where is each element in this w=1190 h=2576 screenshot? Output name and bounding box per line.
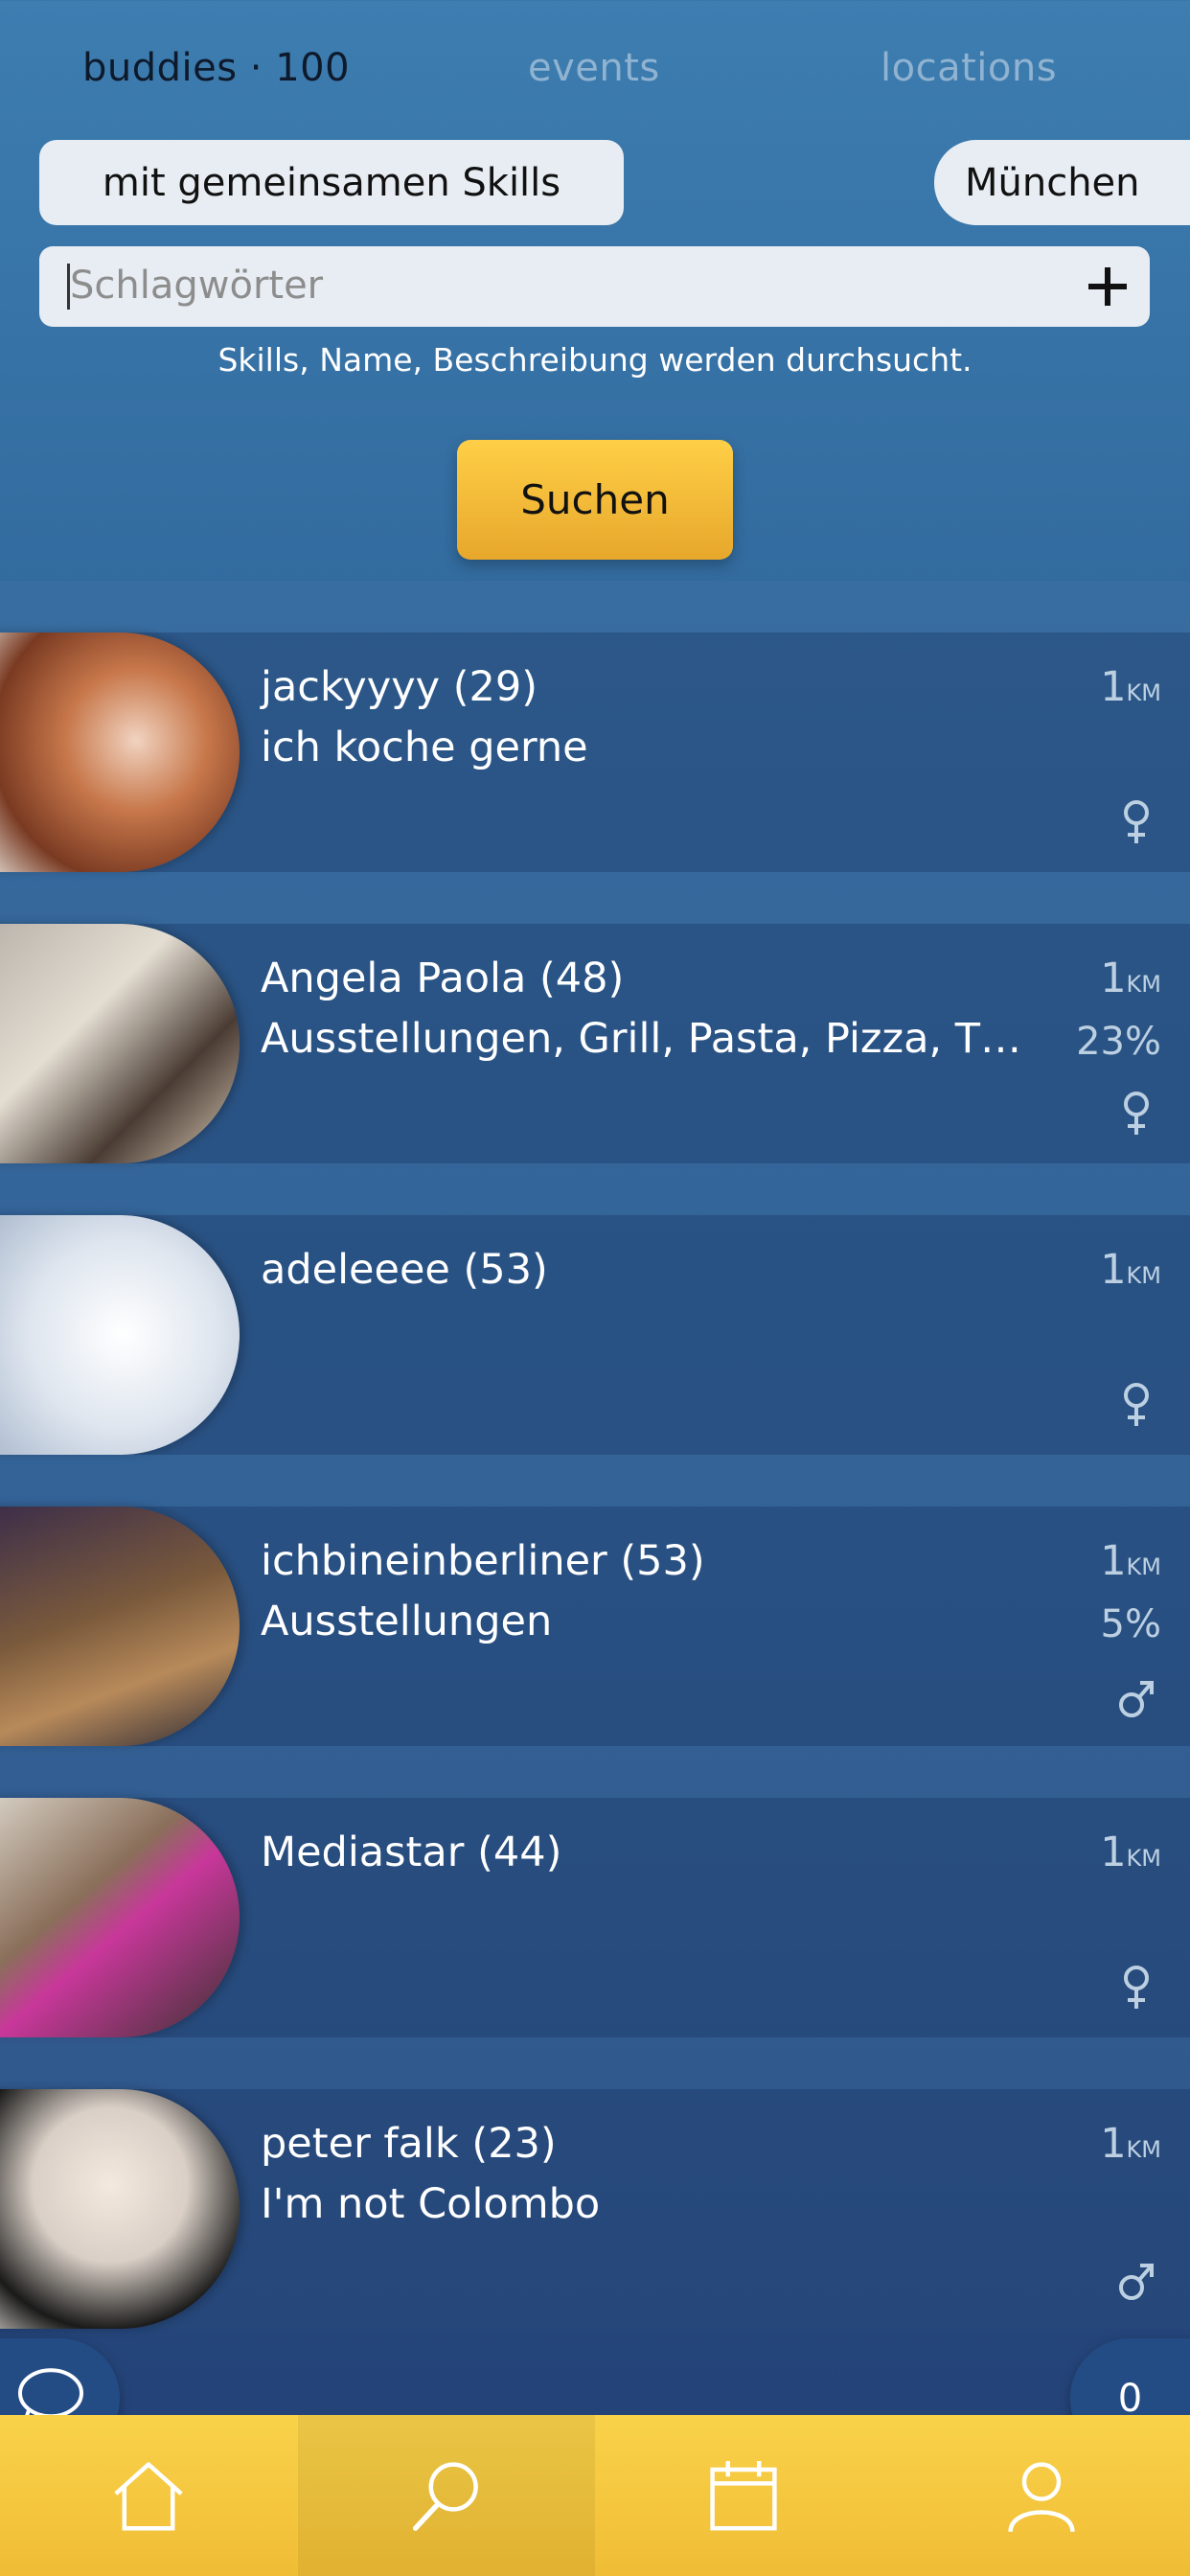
- avatar[interactable]: [0, 1506, 240, 1746]
- skills-filter-button[interactable]: mit gemeinsamen Skills: [39, 140, 624, 225]
- avatar[interactable]: [0, 2089, 240, 2329]
- female-icon: [1124, 1383, 1149, 1426]
- buddy-distance: 1KM: [1100, 663, 1161, 711]
- avatar[interactable]: [0, 1798, 240, 2037]
- row-separator: [0, 581, 1190, 632]
- distance-value: 1: [1100, 663, 1127, 711]
- buddy-description: Ausstellungen, Grill, Pasta, Pizza, Th..…: [261, 1015, 1027, 1063]
- row-separator: [0, 872, 1190, 924]
- buddy-distance: 1KM: [1100, 2120, 1161, 2168]
- distance-unit: KM: [1126, 2136, 1161, 2163]
- buddy-name: ichbineinberliner (53): [261, 1537, 705, 1585]
- buddy-row[interactable]: Mediastar (44) 1KM: [0, 1798, 1190, 2037]
- buddy-row[interactable]: jackyyyy (29) ich koche gerne 1KM: [0, 632, 1190, 872]
- distance-unit: KM: [1126, 679, 1161, 706]
- bottom-navigation: [0, 2415, 1190, 2576]
- calendar-icon: [710, 2461, 777, 2531]
- buddy-distance: 1KM: [1100, 1246, 1161, 1294]
- buddy-row[interactable]: ichbineinberliner (53) Ausstellungen 1KM 5%: [0, 1506, 1190, 1746]
- female-icon: [1124, 800, 1149, 843]
- buddy-name: peter falk (23): [261, 2120, 557, 2168]
- notification-count: 0: [1117, 2376, 1143, 2421]
- add-keyword-icon[interactable]: [1081, 260, 1134, 313]
- buddy-row[interactable]: adeleeee (53) 1KM: [0, 1215, 1190, 1455]
- distance-value: 1: [1100, 1246, 1127, 1294]
- row-separator: [0, 1455, 1190, 1506]
- row-separator: [0, 1163, 1190, 1215]
- buddy-description: I'm not Colombo: [261, 2180, 601, 2228]
- buddy-row[interactable]: Angela Paola (48) Ausstellungen, Grill, P…: [0, 924, 1190, 1163]
- buddy-description: ich koche gerne: [261, 724, 588, 771]
- nav-calendar[interactable]: [595, 2415, 893, 2576]
- tab-events[interactable]: events: [528, 46, 660, 90]
- distance-unit: KM: [1126, 1845, 1161, 1872]
- female-icon: [1124, 1966, 1149, 2009]
- keyword-search-input[interactable]: Schlagwörter: [39, 246, 1150, 327]
- buddy-name: jackyyyy (29): [261, 663, 538, 711]
- row-separator: [0, 2037, 1190, 2089]
- buddy-distance: 1KM: [1100, 1537, 1161, 1585]
- buddy-name: adeleeee (53): [261, 1246, 548, 1294]
- distance-value: 1: [1100, 954, 1127, 1002]
- match-percentage: 23%: [1076, 1020, 1161, 1064]
- search-placeholder: Schlagwörter: [70, 264, 324, 308]
- nav-profile[interactable]: [893, 2415, 1190, 2576]
- buddy-distance: 1KM: [1100, 954, 1161, 1002]
- distance-unit: KM: [1126, 971, 1161, 998]
- search-button[interactable]: Suchen: [457, 440, 733, 560]
- buddy-description: Ausstellungen: [261, 1598, 553, 1645]
- distance-unit: KM: [1126, 1262, 1161, 1289]
- profile-icon: [1008, 2462, 1075, 2533]
- distance-value: 1: [1100, 2120, 1127, 2168]
- distance-value: 1: [1100, 1828, 1127, 1876]
- tab-buddies[interactable]: buddies · 100: [82, 46, 350, 90]
- buddy-row[interactable]: peter falk (23) I'm not Colombo 1KM: [0, 2089, 1190, 2329]
- city-filter-button[interactable]: München: [934, 140, 1190, 225]
- male-icon: [1119, 2264, 1154, 2300]
- nav-search[interactable]: [297, 2415, 595, 2576]
- home-icon: [114, 2462, 183, 2531]
- nav-home[interactable]: [0, 2415, 298, 2576]
- avatar[interactable]: [0, 632, 240, 872]
- avatar[interactable]: [0, 924, 240, 1163]
- buddy-name: Angela Paola (48): [261, 954, 625, 1002]
- tab-locations[interactable]: locations: [881, 46, 1057, 90]
- female-icon: [1124, 1092, 1149, 1135]
- search-icon: [412, 2462, 478, 2531]
- top-tabs: buddies · 100 events locations: [0, 0, 1190, 134]
- avatar[interactable]: [0, 1215, 240, 1455]
- search-hint: Skills, Name, Beschreibung werden durchs…: [217, 341, 973, 379]
- male-icon: [1119, 1681, 1154, 1717]
- distance-value: 1: [1100, 1537, 1127, 1585]
- distance-unit: KM: [1126, 1553, 1161, 1580]
- buddy-name: Mediastar (44): [261, 1828, 562, 1876]
- buddy-distance: 1KM: [1100, 1828, 1161, 1876]
- match-percentage: 5%: [1100, 1602, 1161, 1646]
- row-separator: [0, 1746, 1190, 1798]
